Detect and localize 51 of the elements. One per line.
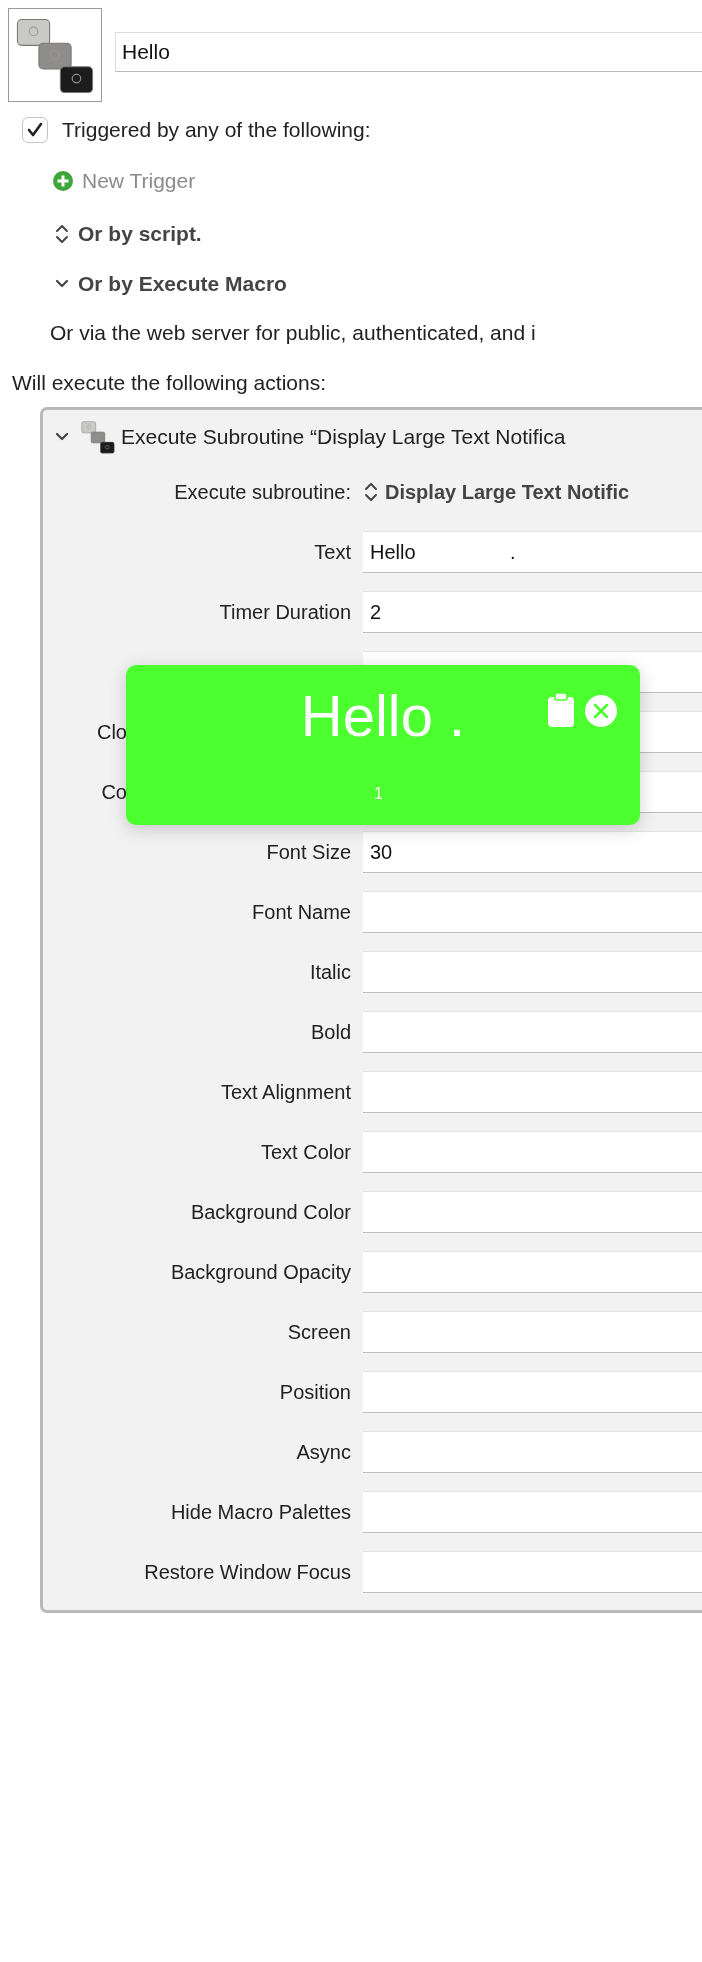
disclosure-toggle[interactable]: Or by Execute Macro <box>54 272 287 296</box>
field-label: Execute subroutine: <box>173 480 352 504</box>
parameter-field[interactable] <box>363 1551 702 1593</box>
subroutine-popup[interactable]: Display Large Text Notific <box>363 480 630 504</box>
trigger-checkbox[interactable] <box>22 117 48 143</box>
close-icon[interactable] <box>585 695 617 727</box>
macro-name-field[interactable]: Hello <box>115 32 702 72</box>
actions-heading: Will execute the following actions: <box>12 371 326 395</box>
field-label: Text <box>313 540 352 564</box>
parameter-field[interactable] <box>363 1431 702 1473</box>
field-label: Position <box>278 1380 352 1404</box>
script-popup[interactable]: Or by script. <box>54 221 202 246</box>
parameter-field[interactable] <box>363 1491 702 1533</box>
macro-icon-well[interactable] <box>8 7 102 102</box>
parameter-field[interactable] <box>363 891 702 933</box>
parameter-field[interactable] <box>363 1311 702 1353</box>
updown-icon <box>54 223 70 244</box>
action-title: Execute Subroutine “Display Large Text Notifica <box>121 425 566 449</box>
clipboard-icon[interactable] <box>546 693 576 727</box>
parameter-field[interactable] <box>363 951 702 993</box>
field-label: Hide Macro Palettes <box>169 1500 352 1524</box>
plus-icon <box>52 170 74 192</box>
field-label: Restore Window Focus <box>143 1560 352 1584</box>
web-server-note: Or via the web server for public, authenticated, and i <box>50 321 536 345</box>
field-label: Text Alignment <box>219 1080 352 1104</box>
field-label: Background Color <box>189 1200 352 1224</box>
field-label: Timer Duration <box>218 600 352 624</box>
field-label: Co <box>100 780 128 804</box>
parameter-field[interactable] <box>363 1371 702 1413</box>
parameter-field[interactable] <box>363 1251 702 1293</box>
parameter-field[interactable]: 30 <box>363 831 702 873</box>
field-label: Text Color <box>259 1140 352 1164</box>
keys-icon <box>79 418 117 456</box>
field-label: Async <box>295 1440 352 1464</box>
field-label: Italic <box>308 960 352 984</box>
updown-icon <box>363 482 379 502</box>
parameter-field[interactable] <box>363 1011 702 1053</box>
field-label: Screen <box>286 1320 352 1344</box>
notification-text: Hello . <box>300 687 466 745</box>
parameter-field[interactable] <box>363 1191 702 1233</box>
field-label: Font Size <box>265 840 352 864</box>
parameter-field[interactable] <box>363 1071 702 1113</box>
field-label: Clo <box>96 720 128 744</box>
notification-count: 1 <box>374 785 383 803</box>
parameter-field[interactable] <box>363 1131 702 1173</box>
field-label: Bold <box>309 1020 352 1044</box>
parameter-field[interactable]: 2 <box>363 591 702 633</box>
field-label: Font Name <box>251 900 352 924</box>
field-label: Background Opacity <box>169 1260 352 1284</box>
trigger-label: Triggered by any of the following: <box>62 118 371 142</box>
parameter-field[interactable]: Hello . <box>363 531 702 573</box>
